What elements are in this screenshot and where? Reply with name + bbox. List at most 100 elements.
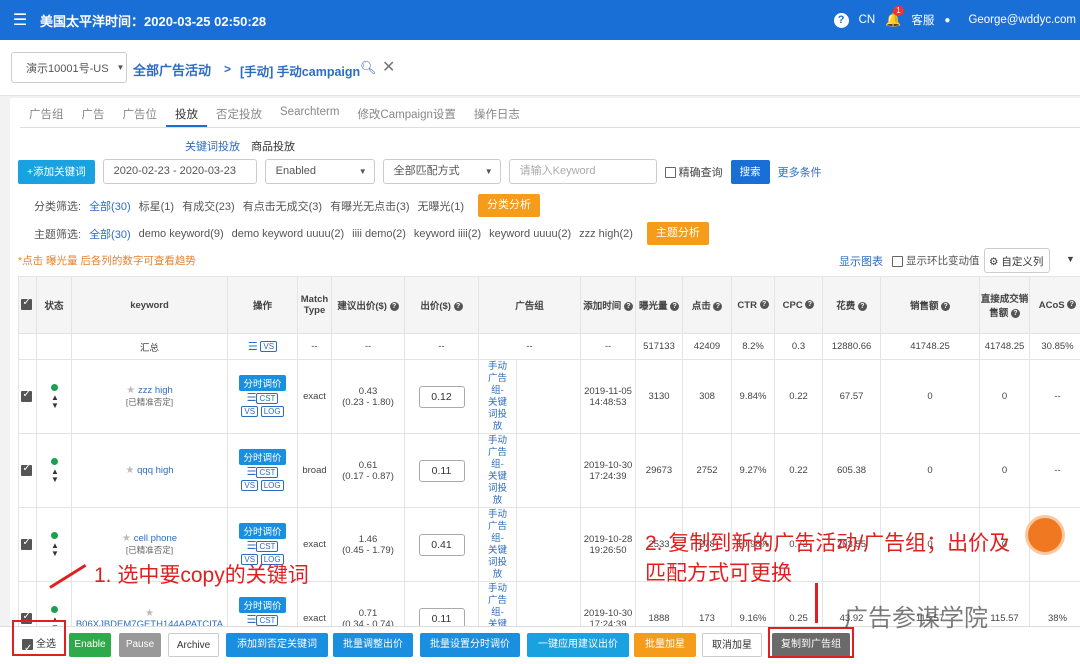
star-icon[interactable]: ★ [126, 385, 138, 396]
more-conditions-link[interactable]: 更多条件 [778, 164, 822, 180]
exact-query-checkbox[interactable]: 精确查询 [664, 164, 723, 180]
status-dot-icon[interactable] [50, 383, 58, 391]
theme-option[interactable]: zzz high(2) [579, 228, 633, 240]
state-select[interactable]: Enabled ▼ [264, 159, 375, 184]
region-switch[interactable]: CN [859, 14, 876, 26]
column-header[interactable]: ACoS ? [1029, 276, 1080, 334]
log-button[interactable]: LOG [260, 405, 284, 417]
bid-input[interactable]: 0.41 [418, 533, 465, 556]
tab-0[interactable]: 广告组 [20, 98, 73, 127]
adgroup-link[interactable]: 手动广告组-关键词投放 [487, 435, 509, 507]
list-icon[interactable]: ☰ [247, 613, 257, 626]
keyword-link[interactable]: cell phone [134, 533, 177, 544]
batch-schedule-bid-button[interactable]: 批量设置分时调价 [420, 633, 520, 657]
date-range-picker[interactable]: 2020-02-23 - 2020-03-23 [102, 159, 257, 184]
tab-3[interactable]: 投放 [166, 98, 207, 127]
column-header[interactable]: 直接成交销售额 ? [979, 276, 1031, 334]
bell-icon[interactable]: 🔔 1 [885, 6, 904, 28]
tab-4[interactable]: 否定投放 [207, 98, 271, 127]
close-icon[interactable]: ✕ [382, 57, 395, 77]
column-header[interactable]: keyword [71, 276, 228, 334]
theme-option[interactable]: 全部(30) [89, 226, 131, 242]
theme-option[interactable]: keyword iiii(2) [414, 228, 481, 240]
theme-analysis-button[interactable]: 主题分析 [646, 222, 709, 245]
list-icon[interactable]: ☰ [247, 391, 257, 404]
vs-button[interactable]: VS [241, 405, 259, 417]
search-icon[interactable]: 🔍︎ [360, 60, 377, 76]
tab-7[interactable]: 操作日志 [465, 98, 529, 127]
sort-updown-icon[interactable]: ▲▼ [51, 467, 59, 484]
column-header[interactable]: 出价($) ? [404, 276, 479, 334]
list-icon[interactable]: ☰ [247, 465, 257, 478]
bid-input[interactable]: 0.12 [418, 385, 465, 408]
penguin-icon[interactable]: ● [944, 15, 950, 26]
column-header[interactable]: 广告组 [477, 276, 582, 334]
cat-option[interactable]: 有点击无成交(3) [243, 198, 322, 214]
cat-option[interactable]: 无曝光(1) [418, 198, 464, 214]
row-select[interactable] [18, 359, 37, 434]
column-header[interactable]: 花费 ? [822, 276, 882, 334]
cat-option[interactable]: 标星(1) [139, 198, 174, 214]
column-header[interactable]: 建议出价($) ? [331, 276, 405, 334]
cat-analysis-button[interactable]: 分类分析 [478, 194, 540, 217]
star-icon[interactable]: ★ [125, 465, 137, 476]
column-header[interactable]: 曝光量 ? [635, 276, 684, 334]
theme-option[interactable]: keyword uuuu(2) [489, 228, 571, 240]
keyword-search-input[interactable]: 请输入Keyword [508, 159, 657, 184]
cat-option[interactable]: 全部(30) [89, 198, 131, 214]
schedule-bid-button[interactable]: 分时调价 [239, 523, 286, 540]
enable-button[interactable]: Enable [69, 633, 111, 657]
add-negative-keyword-button[interactable]: 添加到否定关键词 [226, 633, 328, 657]
batch-star-button[interactable]: 批量加星 [634, 633, 696, 657]
adgroup-link[interactable]: 手动广告组-关键词投放 [487, 509, 509, 581]
custom-columns-button[interactable]: ⚙ 自定义列 [984, 248, 1050, 273]
tab-5[interactable]: Searchterm [271, 98, 348, 127]
breadcrumb-all-campaigns[interactable]: 全部广告活动 [133, 60, 211, 79]
column-header[interactable]: 点击 ? [682, 276, 733, 334]
row-select[interactable] [18, 507, 37, 582]
cst-button[interactable]: CST [256, 392, 279, 404]
apply-suggested-bid-button[interactable]: 一键应用建议出价 [527, 633, 629, 657]
column-header[interactable]: CPC ? [774, 276, 824, 334]
floating-assistant-icon[interactable] [1025, 515, 1065, 555]
row-select[interactable] [18, 433, 37, 508]
search-button[interactable]: 搜索 [730, 159, 770, 184]
bid-input[interactable]: 0.11 [418, 459, 465, 482]
column-header[interactable]: 添加时间 ? [580, 276, 637, 334]
cst-button[interactable]: CST [256, 614, 279, 626]
keyword-link[interactable]: zzz high [138, 385, 173, 396]
star-icon[interactable]: ★ [145, 608, 154, 619]
add-keyword-button[interactable]: +添加关键词 [18, 159, 95, 184]
show-chart-link[interactable]: 显示图表 [839, 253, 883, 269]
sort-updown-icon[interactable]: ▲▼ [51, 541, 59, 558]
subtab-product-targeting[interactable]: 商品投放 [251, 141, 295, 153]
schedule-bid-button[interactable]: 分时调价 [239, 449, 286, 466]
schedule-bid-button[interactable]: 分时调价 [239, 597, 286, 614]
header-select-all[interactable] [18, 276, 37, 334]
status-dot-icon[interactable] [50, 531, 58, 539]
vs-button[interactable]: VS [260, 341, 278, 352]
match-type-select[interactable]: 全部匹配方式 ▼ [382, 159, 501, 184]
list-icon[interactable]: ☰ [248, 340, 258, 353]
status-dot-icon[interactable] [50, 605, 58, 613]
account-select[interactable]: 演示10001号-US ▼ [11, 52, 127, 83]
adgroup-link[interactable]: 手动广告组-关键词投放 [487, 361, 509, 433]
log-button[interactable]: LOG [260, 479, 284, 491]
cst-button[interactable]: CST [256, 466, 279, 478]
column-header[interactable]: CTR ? [731, 276, 776, 334]
column-header[interactable]: 状态 [36, 276, 72, 334]
cat-option[interactable]: 有曝光无点击(3) [330, 198, 409, 214]
sort-updown-icon[interactable]: ▲▼ [51, 393, 59, 410]
customer-service-link[interactable]: 客服 [911, 12, 934, 28]
column-header[interactable]: 销售额 ? [880, 276, 981, 334]
breadcrumb-campaign[interactable]: [手动] 手动campaign [240, 61, 360, 80]
batch-adjust-bid-button[interactable]: 批量调整出价 [333, 633, 413, 657]
subtab-keyword-targeting[interactable]: 关键词投放 [185, 141, 240, 153]
tab-1[interactable]: 广告 [73, 98, 114, 127]
archive-button[interactable]: Archive [168, 633, 219, 657]
hamburger-menu-icon[interactable]: ☰ [0, 10, 40, 30]
column-header[interactable]: Match Type [297, 276, 332, 334]
vs-button[interactable]: VS [241, 479, 259, 491]
tab-2[interactable]: 广告位 [114, 98, 167, 127]
theme-option[interactable]: demo keyword uuuu(2) [232, 228, 345, 240]
